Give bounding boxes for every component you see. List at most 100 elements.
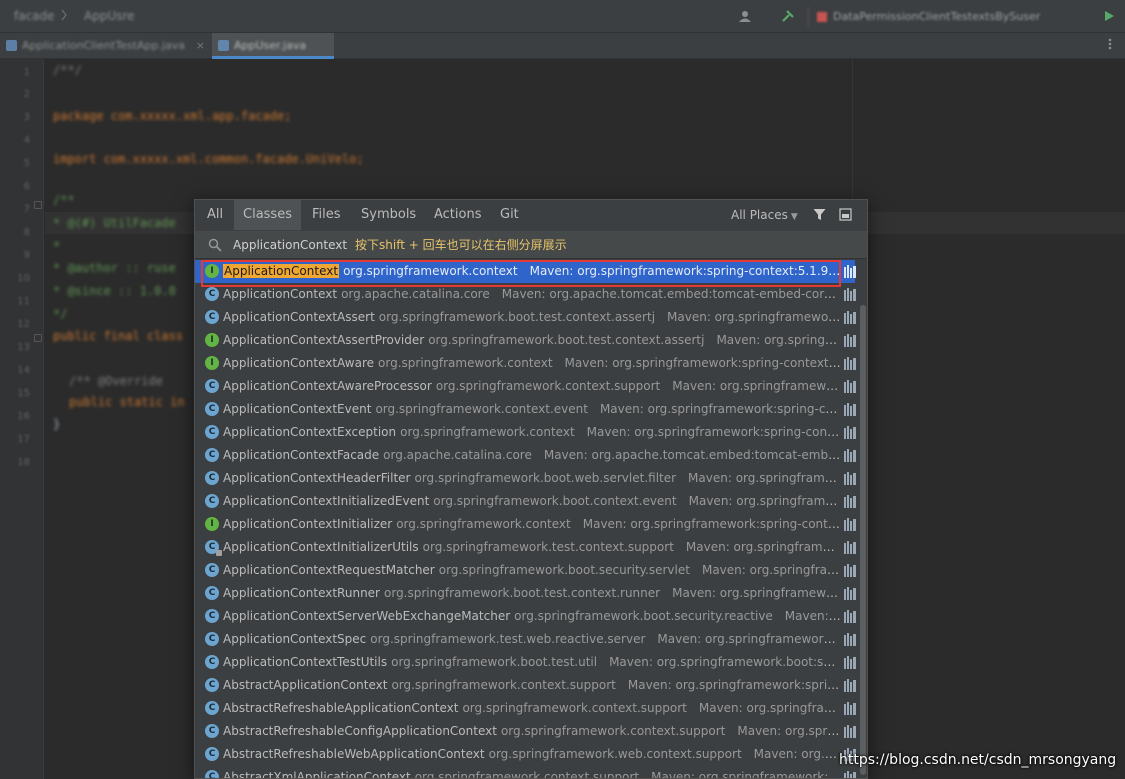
more-tabs-icon[interactable] <box>1103 37 1117 51</box>
library-icon <box>844 725 856 738</box>
fold-marker-icon[interactable] <box>34 201 42 209</box>
line-number: 14 <box>17 365 30 376</box>
result-library: Maven: org.springframework <box>753 747 841 761</box>
tab-classes[interactable]: Classes <box>234 200 301 230</box>
result-row[interactable]: C ApplicationContextHeaderFilter org.sprin… <box>195 467 856 490</box>
result-row[interactable]: C ApplicationContextInitializedEvent org.s… <box>195 490 856 513</box>
library-icon <box>844 541 856 554</box>
tab-files[interactable]: Files <box>304 200 349 230</box>
result-library: Maven: org.springframework:spring-contex… <box>627 678 841 692</box>
result-class-name: ApplicationContextInitializedEvent <box>223 494 430 508</box>
result-package: org.springframework.boot.test.util <box>391 655 598 669</box>
tab-symbols[interactable]: Symbols <box>353 200 424 230</box>
line-number: 16 <box>17 411 30 422</box>
filter-icon[interactable] <box>813 208 826 221</box>
code-line: import com.xxxxx.xml.common.facade.UniVe… <box>53 152 364 166</box>
code-line: * <box>53 239 61 253</box>
search-input[interactable] <box>233 236 353 254</box>
popup-tab-bar: All Classes Files Symbols Actions Git Al… <box>195 200 867 230</box>
result-library: Maven: org.springframework <box>737 724 841 738</box>
results-list: I ApplicationContext org.springframework.c… <box>195 260 867 778</box>
result-row[interactable]: C AbstractXmlApplicationContext org.spring… <box>195 766 856 778</box>
class-icon: C <box>205 747 219 761</box>
result-library: Maven: org.apache.tomcat.embed:tomcat-em… <box>501 287 841 301</box>
result-package: org.springframework.boot.web.servlet.fil… <box>414 471 677 485</box>
result-row[interactable]: C ApplicationContextAssert org.springframe… <box>195 306 856 329</box>
result-row[interactable]: C AbstractRefreshableWebApplicationContex… <box>195 743 856 766</box>
result-class-name: ApplicationContextFacade <box>223 448 380 462</box>
chevron-right-icon <box>61 9 67 21</box>
line-number: 8 <box>23 227 30 238</box>
class-icon: C <box>205 609 219 623</box>
run-configuration-selector[interactable]: DataPermissionClientTestextsBySuser <box>808 7 1090 27</box>
result-row[interactable]: I ApplicationContextAssertProvider org.spr… <box>195 329 856 352</box>
code-line: * @(#) UtilFacade <box>53 216 176 230</box>
result-row[interactable]: C ApplicationContextServerWebExchangeMatc… <box>195 605 856 628</box>
editor-tab-bar: ApplicationClientTestApp.java × AppUser.… <box>0 33 1125 59</box>
library-icon <box>844 311 856 324</box>
result-row[interactable]: C ApplicationContext org.apache.catalina.c… <box>195 283 856 306</box>
result-class-name: ApplicationContextRunner <box>223 586 380 600</box>
result-class-name: ApplicationContext <box>223 264 340 278</box>
results-scrollbar[interactable] <box>859 260 867 778</box>
result-package: org.springframework.context <box>343 264 518 278</box>
result-row[interactable]: C ApplicationContextSpec org.springframewo… <box>195 628 856 651</box>
scope-selector[interactable]: All Places ▼ <box>731 208 798 222</box>
result-row[interactable]: I ApplicationContextAware org.springframew… <box>195 352 856 375</box>
library-icon <box>844 403 856 416</box>
result-row[interactable]: I ApplicationContextInitializer org.spring… <box>195 513 856 536</box>
fold-marker-icon[interactable] <box>34 334 42 342</box>
result-row-selected[interactable]: I ApplicationContext org.springframework.c… <box>195 260 856 283</box>
library-icon <box>844 771 856 778</box>
result-row[interactable]: C ApplicationContextTestUtils org.springfr… <box>195 651 856 674</box>
library-icon <box>844 495 856 508</box>
tab-all[interactable]: All <box>199 200 231 230</box>
result-row[interactable]: C ApplicationContextEvent org.springframew… <box>195 398 856 421</box>
watermark: https://blog.csdn.net/csdn_mrsongyang <box>839 752 1117 768</box>
result-row[interactable]: C ApplicationContextRunner org.springframe… <box>195 582 856 605</box>
exception-class-icon: C <box>205 425 219 439</box>
library-icon <box>844 610 856 623</box>
class-icon: C <box>205 678 219 692</box>
result-class-name: ApplicationContextAssertProvider <box>223 333 425 347</box>
result-package: org.springframework.boot.test.context.ru… <box>384 586 661 600</box>
hammer-icon[interactable] <box>781 9 795 23</box>
library-icon <box>844 587 856 600</box>
result-row[interactable]: C AbstractApplicationContext org.springfra… <box>195 674 856 697</box>
result-library: Maven: org.springframework:spring-contex… <box>599 402 841 416</box>
interface-icon: I <box>205 333 219 347</box>
line-number: 5 <box>23 158 30 169</box>
result-row[interactable]: C AbstractRefreshableApplicationContext or… <box>195 697 856 720</box>
result-row[interactable]: C ApplicationContextRequestMatcher org.spr… <box>195 559 856 582</box>
result-row[interactable]: C ApplicationContextAwareProcessor org.spr… <box>195 375 856 398</box>
editor-tab[interactable]: ApplicationClientTestApp.java × <box>0 33 210 59</box>
result-package: org.springframework.boot.security.reacti… <box>514 609 773 623</box>
breadcrumb-item[interactable]: AppUsre <box>84 9 135 23</box>
result-package: org.springframework.context.support <box>391 678 616 692</box>
class-icon: C <box>205 563 219 577</box>
result-library: Maven: org.springframework:spring-test <box>685 540 841 554</box>
user-icon[interactable] <box>738 9 752 23</box>
scrollbar-thumb[interactable] <box>860 305 866 775</box>
library-icon <box>844 472 856 485</box>
code-line: */ <box>53 307 68 321</box>
editor-tab-active[interactable]: AppUser.java <box>212 33 334 59</box>
class-icon: C <box>205 586 219 600</box>
breadcrumb-item[interactable]: facade <box>14 9 55 23</box>
class-icon: C <box>205 655 219 669</box>
tab-actions[interactable]: Actions <box>426 200 490 230</box>
line-number: 9 <box>23 250 30 261</box>
line-number: 11 <box>17 296 30 307</box>
result-library: Maven: org.springframework.boot <box>672 586 841 600</box>
result-row[interactable]: C ApplicationContextException org.springfr… <box>195 421 856 444</box>
result-row[interactable]: C ApplicationContextInitializerUtils org.s… <box>195 536 856 559</box>
result-row[interactable]: C AbstractRefreshableConfigApplicationCon… <box>195 720 856 743</box>
result-package: org.springframework.context.support <box>435 379 661 393</box>
tab-git[interactable]: Git <box>492 200 527 230</box>
run-icon[interactable] <box>1102 9 1116 23</box>
java-class-icon <box>218 40 229 51</box>
close-icon[interactable]: × <box>196 39 205 52</box>
result-class-name: ApplicationContextException <box>223 425 397 439</box>
result-row[interactable]: C ApplicationContextFacade org.apache.cata… <box>195 444 856 467</box>
preview-icon[interactable] <box>839 208 852 221</box>
